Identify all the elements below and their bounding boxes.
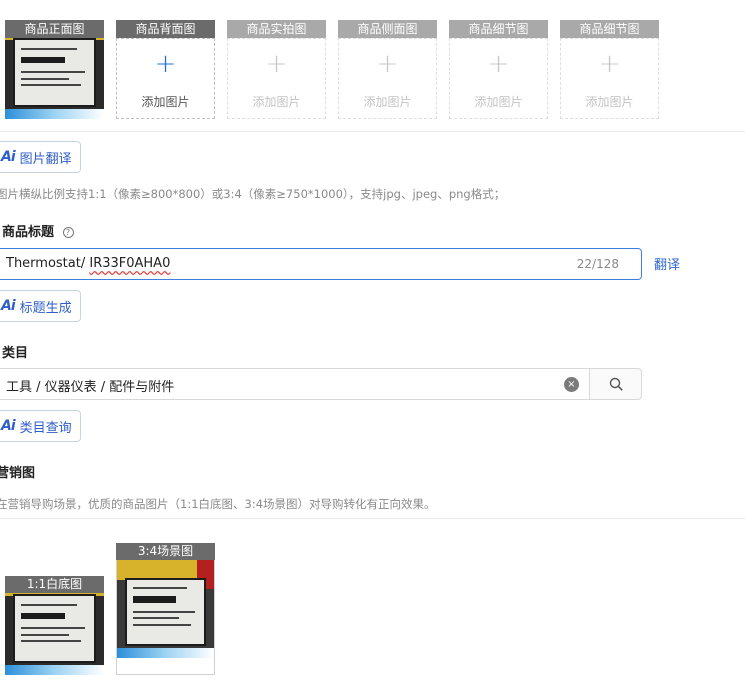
title-input[interactable]: Thermostat/ IR33F0AHA0 22/128 (0, 248, 642, 280)
title-char-counter: 22/128 (576, 257, 619, 271)
category-query-label: 类目查询 (19, 420, 72, 436)
title-generate-button[interactable]: Ai 标题生成 (0, 290, 81, 322)
plus-icon: + (487, 49, 510, 79)
marketing-image-caption: 3:4场景图 (116, 543, 215, 560)
category-input-value: 工具 / 仪器仪表 / 配件与附件 (6, 380, 175, 395)
image-slot-caption: 商品细节图 (560, 20, 659, 38)
title-label: 商品标题 ? (2, 221, 74, 240)
image-slot-caption: 商品实拍图 (227, 20, 326, 38)
title-generate-label: 标题生成 (19, 300, 72, 316)
add-image-button[interactable]: + 添加图片 (338, 38, 437, 119)
add-image-label: 添加图片 (141, 95, 190, 109)
add-image-button[interactable]: + 添加图片 (449, 38, 548, 119)
ai-icon: Ai (1, 298, 16, 314)
marketing-image-square[interactable]: 1:1白底图 (5, 576, 104, 675)
category-query-button[interactable]: Ai 类目查询 (0, 410, 81, 442)
image-slot-caption: 商品侧面图 (338, 20, 437, 38)
category-search-button[interactable] (589, 368, 642, 400)
image-slot-caption: 商品细节图 (449, 20, 548, 38)
image-translate-label: 图片翻译 (19, 151, 72, 167)
image-slot-side[interactable]: 商品侧面图 + 添加图片 (338, 20, 437, 119)
category-input[interactable]: 工具 / 仪器仪表 / 配件与附件 × (0, 368, 590, 400)
add-image-button[interactable]: + 添加图片 (227, 38, 326, 119)
clear-icon[interactable]: × (564, 377, 579, 392)
category-label: 类目 (2, 346, 29, 361)
add-image-button[interactable]: + 添加图片 (116, 38, 215, 119)
divider (0, 518, 745, 519)
plus-icon: + (154, 49, 177, 79)
product-scene-image (117, 560, 214, 658)
add-image-label: 添加图片 (252, 95, 301, 109)
add-image-label: 添加图片 (474, 95, 523, 109)
search-icon (609, 377, 623, 391)
add-image-button[interactable]: + 添加图片 (560, 38, 659, 119)
marketing-label: 营销图 (0, 466, 36, 481)
marketing-hint: 在营销导购场景，优质的商品图片（1:1白底图、3:4场景图）对导购转化有正向效果… (0, 497, 436, 511)
image-slot-front[interactable]: 商品正面图 (5, 20, 104, 119)
ai-icon: Ai (1, 418, 16, 434)
title-translate-link[interactable]: 翻译 (654, 254, 680, 273)
ai-icon: Ai (1, 149, 16, 165)
image-slot-caption: 商品背面图 (116, 20, 215, 38)
plus-icon: + (376, 49, 399, 79)
image-slot-detail-2[interactable]: 商品细节图 + 添加图片 (560, 20, 659, 119)
image-slot-detail-1[interactable]: 商品细节图 + 添加图片 (449, 20, 548, 119)
add-image-label: 添加图片 (363, 95, 412, 109)
title-input-value: Thermostat/ IR33F0AHA0 (6, 256, 171, 271)
plus-icon: + (598, 49, 621, 79)
marketing-image-scene[interactable]: 3:4场景图 (116, 543, 215, 675)
image-slot-real-shot[interactable]: 商品实拍图 + 添加图片 (227, 20, 326, 119)
image-slot-caption: 商品正面图 (5, 20, 104, 38)
help-icon[interactable]: ? (62, 227, 74, 238)
add-image-label: 添加图片 (585, 95, 634, 109)
plus-icon: + (265, 49, 288, 79)
image-slot-back[interactable]: 商品背面图 + 添加图片 (116, 20, 215, 119)
image-format-hint: 图片横纵比例支持1:1（像素≥800*800）或3:4（像素≥750*1000）… (0, 187, 506, 201)
image-translate-button[interactable]: Ai 图片翻译 (0, 141, 81, 173)
marketing-image-caption: 1:1白底图 (5, 576, 104, 593)
divider (0, 131, 745, 132)
